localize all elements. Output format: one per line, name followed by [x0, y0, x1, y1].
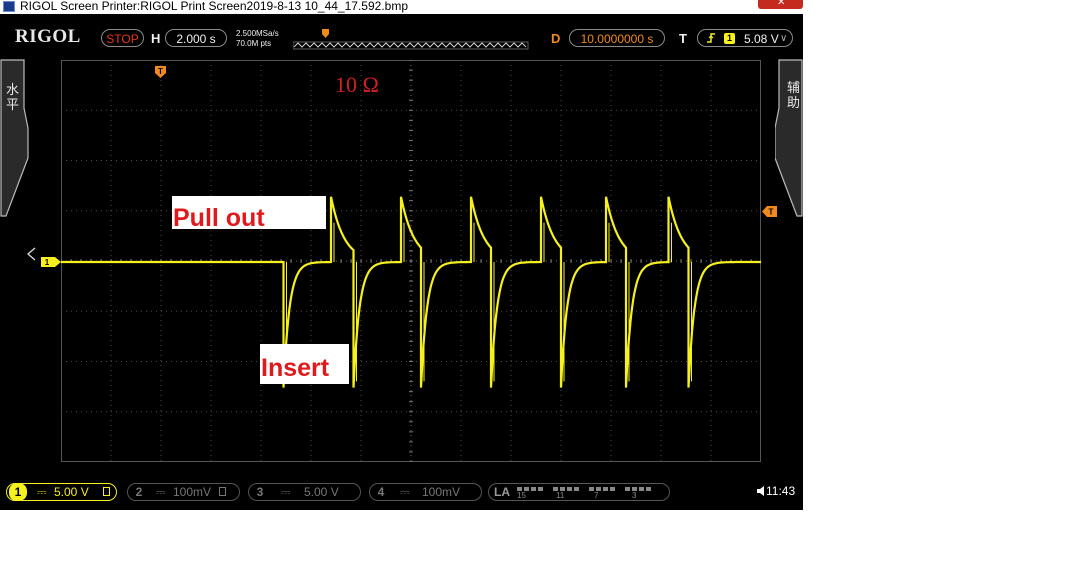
title-bar: RIGOL Screen Printer:RIGOL Print Screen2… [0, 0, 803, 14]
trigger-label: T [679, 31, 687, 46]
right-menu-label: 辅助 [787, 80, 801, 110]
run-stop-indicator[interactable]: STOP [101, 29, 144, 47]
right-menu-tab [775, 59, 803, 217]
channel-2-scale: 100mV [173, 485, 212, 499]
clock-time: 11:43 [766, 484, 796, 498]
left-side-menu[interactable]: 水平 [0, 58, 36, 473]
brand-logo: RIGOL [15, 26, 81, 47]
channel-1-badge: 1 [9, 483, 27, 501]
horizontal-label: H [151, 31, 161, 46]
logic-channels-icon [517, 487, 651, 491]
channel-bar: 1 ⎓ 5.00 V 2 ⎓ 100mV 3 ⎓ 5.00 V 4 ⎓ 100m… [0, 478, 803, 504]
waveform-display[interactable] [61, 60, 761, 462]
chevron-left-icon[interactable] [24, 246, 38, 262]
channel-3-settings[interactable]: 3 ⎓ 5.00 V [248, 483, 361, 501]
logic-analyzer-settings[interactable]: LA 15 11 7 3 [488, 483, 670, 501]
status-bar-top: RIGOL STOP H 2.000 s 2.500MSa/s 70.0M pt… [0, 15, 803, 58]
svg-text:T: T [769, 208, 774, 217]
insert-label: Insert [260, 344, 349, 384]
channel-4-badge: 4 [377, 485, 385, 499]
la-tick-7: 7 [594, 491, 599, 500]
channel-1-settings[interactable]: 1 ⎓ 5.00 V [6, 483, 117, 501]
scope-window: RIGOL Screen Printer:RIGOL Print Screen2… [0, 0, 803, 510]
channel-4-settings[interactable]: 4 ⎓ 100mV [369, 483, 482, 501]
svg-text:1: 1 [45, 258, 50, 267]
left-menu-label: 水平 [6, 82, 20, 112]
close-button[interactable]: ✕ [758, 0, 803, 9]
sample-rate: 2.500MSa/s [236, 29, 279, 38]
memory-overview[interactable] [293, 29, 529, 51]
trigger-setting[interactable]: 1 5.08 V ∨ [697, 29, 793, 47]
logic-analyzer-label: LA [494, 485, 510, 499]
pull-out-label: Pull out [172, 196, 326, 232]
delay-label: D [551, 31, 561, 46]
la-tick-15: 15 [517, 491, 526, 500]
window-title: RIGOL Screen Printer:RIGOL Print Screen2… [20, 0, 408, 13]
la-tick-3: 3 [632, 491, 637, 500]
memory-waveform-icon [293, 42, 527, 48]
channel-3-badge: 3 [256, 485, 264, 499]
channel-1-offset-marker-icon[interactable]: 1 [40, 256, 62, 268]
trigger-position-marker-icon [322, 29, 329, 38]
channel-1-scale: 5.00 V [54, 485, 89, 499]
trigger-channel-badge: 1 [724, 33, 735, 44]
trigger-level: 5.08 V [744, 32, 779, 46]
channel-3-scale: 5.00 V [304, 485, 339, 499]
dc-coupling-icon: ⎓ [156, 485, 166, 499]
channel-2-badge: 2 [135, 485, 143, 499]
la-tick-11: 11 [556, 491, 565, 500]
channel-4-scale: 100mV [422, 485, 461, 499]
timebase-value[interactable]: 2.000 s [165, 29, 227, 47]
waveform-plot[interactable] [61, 60, 761, 462]
right-side-menu[interactable]: 辅助 [775, 58, 803, 473]
bandwidth-icon [103, 487, 110, 496]
bandwidth-icon [219, 487, 226, 496]
rising-edge-icon [707, 33, 715, 43]
chevron-down-icon: ∨ [780, 33, 788, 44]
app-icon [3, 1, 15, 12]
dc-coupling-icon: ⎓ [400, 485, 410, 499]
dc-coupling-icon: ⎓ [281, 485, 291, 499]
svg-text:T: T [158, 67, 163, 76]
resistance-annotation: 10 Ω [335, 72, 379, 97]
close-icon: ✕ [777, 0, 786, 8]
delay-value[interactable]: 10.0000000 s [569, 29, 665, 47]
memory-depth: 70.0M pts [236, 39, 272, 48]
dc-coupling-icon: ⎓ [37, 485, 47, 499]
trigger-position-icon[interactable]: T [155, 66, 167, 78]
trigger-level-marker-icon[interactable]: T [762, 206, 778, 217]
left-menu-tab [0, 59, 29, 217]
channel-2-settings[interactable]: 2 ⎓ 100mV [127, 483, 240, 501]
